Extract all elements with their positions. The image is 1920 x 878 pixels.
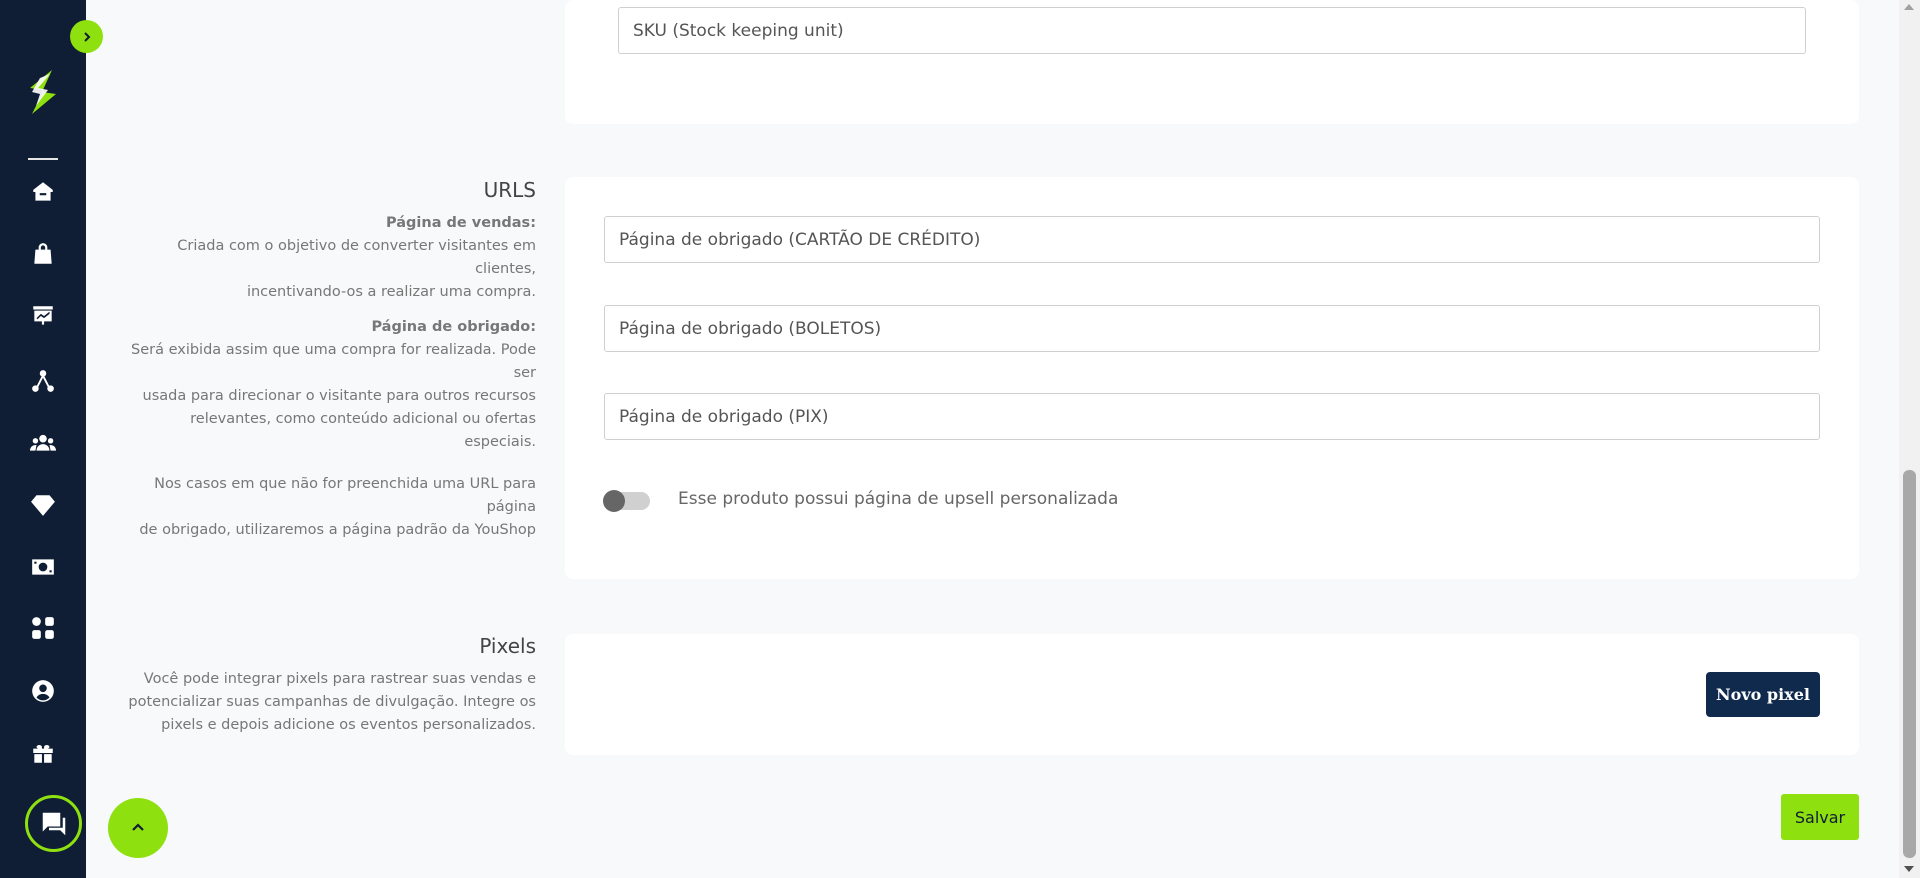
pixels-text-1: Você pode integrar pixels para rastrear …	[143, 671, 536, 687]
sku-placeholder: SKU (Stock keeping unit)	[633, 20, 844, 41]
pixels-text-3: pixels e depois adicione os eventos pers…	[161, 717, 536, 733]
chat-button[interactable]	[25, 795, 82, 852]
thankyou-card-placeholder: Página de obrigado (CARTÃO DE CRÉDITO)	[619, 229, 981, 250]
pixels-text-2: potencializar suas campanhas de divulgaç…	[128, 694, 536, 710]
vendas-label: Página de vendas:	[386, 215, 536, 231]
scroll-top-button[interactable]	[108, 798, 168, 858]
thankyou-boleto-input[interactable]: Página de obrigado (BOLETOS)	[604, 305, 1820, 352]
user-circle-icon[interactable]	[28, 676, 58, 706]
default-text-1: Nos casos em que não for preenchida uma …	[154, 476, 536, 515]
scroll-down-arrow[interactable]	[1904, 866, 1914, 872]
new-pixel-button[interactable]: Novo pixel	[1706, 672, 1820, 717]
chat-icon	[42, 812, 65, 835]
thankyou-boleto-placeholder: Página de obrigado (BOLETOS)	[619, 318, 882, 339]
upsell-toggle-label: Esse produto possui página de upsell per…	[678, 489, 1119, 509]
network-icon[interactable]	[28, 366, 58, 396]
vendas-text-1: Criada com o objetivo de converter visit…	[177, 238, 536, 277]
thankyou-pix-placeholder: Página de obrigado (PIX)	[619, 406, 829, 427]
urls-description: Página de vendas: Criada com o objetivo …	[116, 212, 536, 542]
obrigado-text-1: Será exibida assim que uma compra for re…	[131, 342, 536, 381]
pixels-card	[565, 634, 1859, 755]
save-button[interactable]: Salvar	[1781, 794, 1859, 840]
upsell-toggle[interactable]	[603, 490, 650, 512]
pixels-description: Você pode integrar pixels para rastrear …	[116, 668, 536, 737]
apps-grid-icon[interactable]	[28, 613, 58, 643]
default-text-2: de obrigado, utilizaremos a página padrã…	[139, 522, 536, 538]
obrigado-text-2: usada para direcionar o visitante para o…	[142, 388, 536, 404]
sidebar-divider	[28, 158, 58, 160]
gift-icon[interactable]	[28, 738, 58, 768]
diamond-icon[interactable]	[28, 490, 58, 520]
thankyou-pix-input[interactable]: Página de obrigado (PIX)	[604, 393, 1820, 440]
pixels-section-title: Pixels	[479, 634, 536, 658]
urls-section-title: URLS	[483, 178, 536, 202]
money-icon[interactable]	[28, 552, 58, 582]
logo	[30, 70, 56, 114]
home-icon[interactable]	[28, 177, 58, 207]
vendas-text-2: incentivando-os a realizar uma compra.	[246, 284, 536, 300]
toggle-knob	[603, 490, 625, 512]
thankyou-card-input[interactable]: Página de obrigado (CARTÃO DE CRÉDITO)	[604, 216, 1820, 263]
scroll-thumb[interactable]	[1903, 470, 1916, 858]
scroll-up-arrow[interactable]	[1904, 4, 1914, 10]
shopping-bag-icon[interactable]	[28, 239, 58, 269]
chevron-up-icon	[132, 823, 144, 831]
obrigado-label: Página de obrigado:	[371, 319, 536, 335]
sku-input[interactable]: SKU (Stock keeping unit)	[618, 7, 1806, 54]
users-icon[interactable]	[28, 428, 58, 458]
obrigado-text-3: relevantes, como conteúdo adicional ou o…	[190, 411, 536, 450]
scrollbar[interactable]	[1899, 0, 1920, 878]
chevron-right-icon	[83, 31, 90, 42]
sidebar	[0, 0, 86, 878]
sidebar-toggle-button[interactable]	[70, 20, 103, 53]
presentation-chart-icon[interactable]	[28, 301, 58, 331]
